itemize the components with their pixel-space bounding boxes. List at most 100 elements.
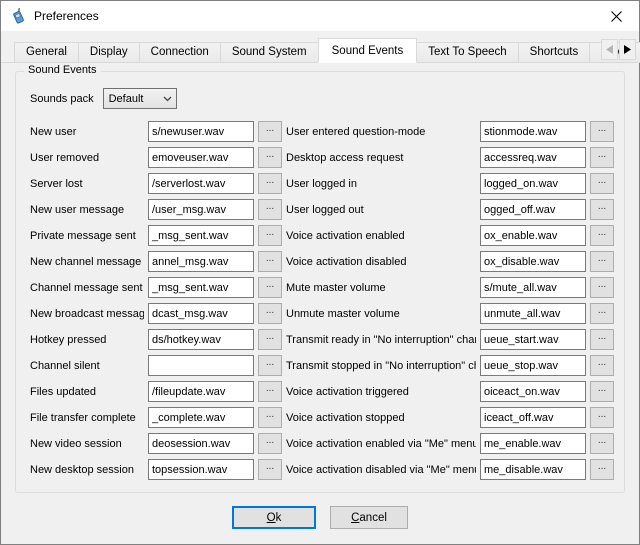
sound-file-input[interactable]	[480, 277, 586, 298]
ok-button[interactable]: Ok	[232, 506, 316, 529]
sound-file-input[interactable]	[148, 225, 254, 246]
sound-event-label: New broadcast message	[30, 308, 144, 320]
sound-file-input[interactable]	[480, 199, 586, 220]
sound-file-input[interactable]	[148, 147, 254, 168]
sound-file-input[interactable]	[148, 251, 254, 272]
browse-button[interactable]: ...	[258, 459, 282, 480]
sound-file-input[interactable]	[480, 225, 586, 246]
sound-file-input[interactable]	[148, 277, 254, 298]
groupbox-title: Sound Events	[24, 64, 101, 76]
sound-event-label: Unmute master volume	[286, 308, 476, 320]
sounds-pack-row: Sounds pack Default	[30, 88, 614, 109]
tab-sound-system[interactable]: Sound System	[220, 42, 319, 63]
browse-button[interactable]: ...	[590, 147, 614, 168]
sound-event-label: Desktop access request	[286, 152, 476, 164]
browse-button[interactable]: ...	[590, 459, 614, 480]
sound-file-input[interactable]	[148, 173, 254, 194]
browse-button[interactable]: ...	[590, 433, 614, 454]
sound-file-input[interactable]	[148, 459, 254, 480]
close-button[interactable]	[594, 1, 639, 31]
browse-button[interactable]: ...	[590, 355, 614, 376]
sound-event-label: User removed	[30, 152, 144, 164]
browse-button[interactable]: ...	[258, 147, 282, 168]
sounds-pack-selected-value: Default	[109, 93, 163, 105]
tab-sound-events[interactable]: Sound Events	[318, 38, 418, 63]
sound-file-input[interactable]	[148, 433, 254, 454]
browse-button[interactable]: ...	[258, 407, 282, 428]
browse-button[interactable]: ...	[590, 277, 614, 298]
sound-file-input[interactable]	[480, 329, 586, 350]
sound-file-input[interactable]	[480, 147, 586, 168]
browse-button[interactable]: ...	[590, 225, 614, 246]
window-title: Preferences	[34, 9, 99, 23]
browse-button[interactable]: ...	[590, 407, 614, 428]
sound-file-input[interactable]	[480, 459, 586, 480]
sound-file-input[interactable]	[148, 121, 254, 142]
sounds-pack-dropdown[interactable]: Default	[103, 88, 177, 109]
sound-event-label: Voice activation stopped	[286, 412, 476, 424]
sound-file-input[interactable]	[148, 303, 254, 324]
browse-button[interactable]: ...	[590, 329, 614, 350]
sound-event-label: Voice activation enabled via "Me" menu	[286, 438, 476, 450]
sound-file-input[interactable]	[480, 303, 586, 324]
sound-event-label: Server lost	[30, 178, 144, 190]
sound-file-input[interactable]	[148, 329, 254, 350]
sound-file-input[interactable]	[148, 355, 254, 376]
cancel-button[interactable]: Cancel	[330, 506, 408, 529]
browse-button[interactable]: ...	[590, 251, 614, 272]
browse-button[interactable]: ...	[258, 199, 282, 220]
tab-connection[interactable]: Connection	[139, 42, 221, 63]
sound-event-label: New user	[30, 126, 144, 138]
sound-file-input[interactable]	[148, 199, 254, 220]
browse-button[interactable]: ...	[258, 173, 282, 194]
tab-bar: GeneralDisplayConnectionSound SystemSoun…	[1, 31, 639, 63]
browse-button[interactable]: ...	[258, 433, 282, 454]
sound-file-input[interactable]	[480, 173, 586, 194]
sound-file-input[interactable]	[480, 407, 586, 428]
sound-event-label: Mute master volume	[286, 282, 476, 294]
sound-event-label: User logged in	[286, 178, 476, 190]
browse-button[interactable]: ...	[590, 303, 614, 324]
sound-file-input[interactable]	[480, 381, 586, 402]
browse-button[interactable]: ...	[258, 329, 282, 350]
sound-event-label: Files updated	[30, 386, 144, 398]
browse-button[interactable]: ...	[258, 225, 282, 246]
sound-file-input[interactable]	[148, 407, 254, 428]
sound-event-label: Voice activation triggered	[286, 386, 476, 398]
browse-button[interactable]: ...	[258, 381, 282, 402]
browse-button[interactable]: ...	[590, 381, 614, 402]
sound-event-label: Voice activation enabled	[286, 230, 476, 242]
tab-text-to-speech[interactable]: Text To Speech	[416, 42, 518, 63]
browse-button[interactable]: ...	[258, 277, 282, 298]
sound-event-label: New video session	[30, 438, 144, 450]
sound-event-label: File transfer complete	[30, 412, 144, 424]
browse-button[interactable]: ...	[258, 355, 282, 376]
sound-event-label: New user message	[30, 204, 144, 216]
tab-general[interactable]: General	[14, 42, 79, 63]
tab-scroll-right-button[interactable]	[619, 39, 636, 60]
preferences-dialog: Preferences GeneralDisplayConnectionSoun…	[0, 0, 640, 545]
sound-event-label: New channel message	[30, 256, 144, 268]
browse-button[interactable]: ...	[258, 251, 282, 272]
sound-file-input[interactable]	[480, 251, 586, 272]
sound-file-input[interactable]	[480, 355, 586, 376]
browse-button[interactable]: ...	[590, 121, 614, 142]
browse-button[interactable]: ...	[258, 121, 282, 142]
sound-event-label: Hotkey pressed	[30, 334, 144, 346]
tab-scroll-left-button[interactable]	[601, 39, 618, 60]
sound-event-label: Channel silent	[30, 360, 144, 372]
tab-scrollers	[601, 39, 636, 60]
browse-button[interactable]: ...	[590, 173, 614, 194]
browse-button[interactable]: ...	[590, 199, 614, 220]
sound-file-input[interactable]	[148, 381, 254, 402]
sound-event-label: Voice activation disabled	[286, 256, 476, 268]
sounds-pack-label: Sounds pack	[30, 93, 94, 105]
tab-shortcuts[interactable]: Shortcuts	[518, 42, 591, 63]
sound-event-label: Transmit ready in "No interruption" chan…	[286, 334, 476, 346]
tab-display[interactable]: Display	[78, 42, 140, 63]
dialog-footer: Ok Cancel	[15, 506, 625, 529]
sound-events-grid: New user...User entered question-mode...…	[30, 121, 614, 480]
sound-file-input[interactable]	[480, 433, 586, 454]
browse-button[interactable]: ...	[258, 303, 282, 324]
sound-file-input[interactable]	[480, 121, 586, 142]
